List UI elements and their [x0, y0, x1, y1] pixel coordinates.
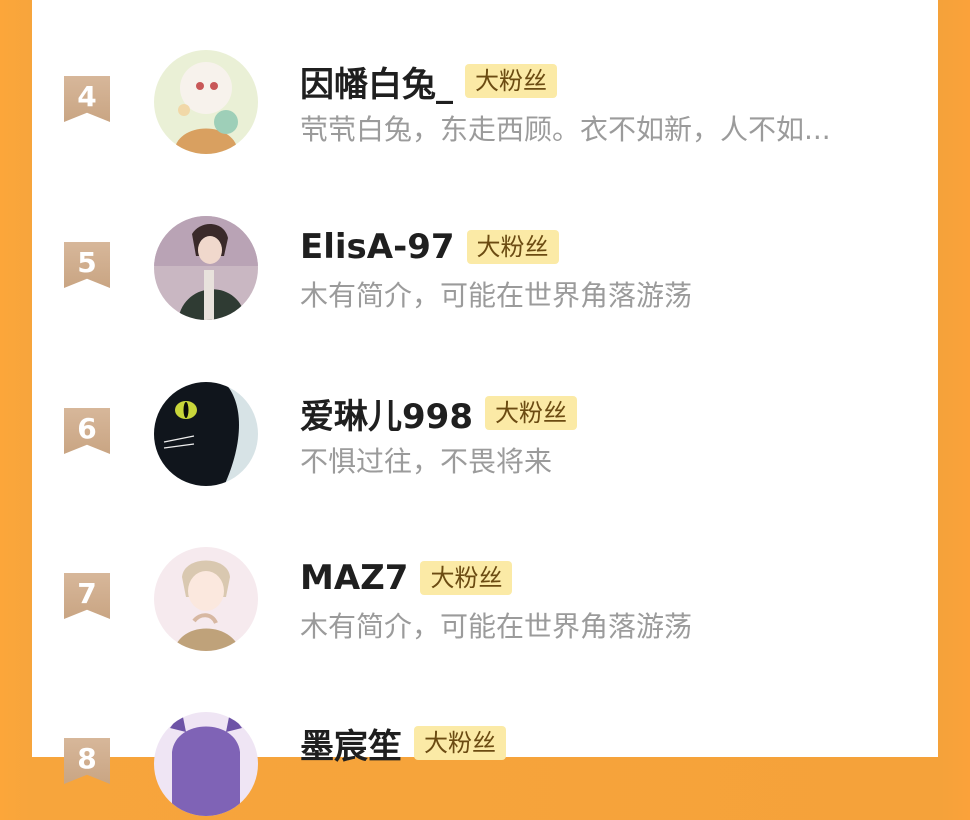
fan-level-badge: 大粉丝	[466, 230, 559, 264]
fan-name-line: 因幡白兔_ 大粉丝	[300, 60, 557, 105]
fan-bio: 木有简介，可能在世界角落游荡	[300, 610, 693, 643]
fan-name[interactable]: 墨宸笙	[300, 719, 402, 768]
fan-level-badge: 大粉丝	[465, 64, 557, 98]
rank-badge: 6	[64, 408, 110, 454]
fan-name[interactable]: 爱琳儿998	[300, 389, 473, 438]
rank-badge: 5	[64, 242, 110, 288]
avatar[interactable]	[154, 216, 258, 320]
fan-row[interactable]: 6 爱琳儿998 大粉丝 不惧过往，不畏将来	[32, 380, 938, 490]
fan-name-line: 墨宸笙 大粉丝	[300, 722, 506, 767]
fan-row[interactable]: 4 因幡白兔_ 大粉丝 茕茕白兔，东走西顾。衣不如新，人不如...	[32, 48, 938, 158]
fan-name[interactable]: 因幡白兔_	[300, 57, 453, 106]
fan-bio: 不惧过往，不畏将来	[300, 445, 553, 478]
avatar[interactable]	[154, 382, 258, 486]
avatar[interactable]	[154, 712, 258, 816]
avatar[interactable]	[154, 547, 258, 651]
purple-hair-avatar	[154, 712, 258, 816]
fan-row[interactable]: 7 MAZ7 大粉丝 木有简介，可能在世界角落游荡	[32, 545, 938, 655]
fan-level-badge: 大粉丝	[484, 396, 577, 430]
fan-level-badge: 大粉丝	[420, 561, 513, 595]
rank-badge: 4	[64, 76, 110, 122]
rank-badge: 8	[64, 738, 110, 784]
fan-ranking-card: 4 因幡白兔_ 大粉丝 茕茕白兔，东走西顾。衣不如新，人不如... 5 Elis…	[32, 0, 938, 816]
fan-row[interactable]: 5 ElisA-97 大粉丝 木有简介，可能在世界角落游荡	[32, 214, 938, 324]
fan-name[interactable]: MAZ7	[300, 558, 408, 598]
anime-man-avatar	[154, 547, 258, 651]
fan-name-line: MAZ7 大粉丝	[300, 557, 513, 599]
rank-badge: 7	[64, 573, 110, 619]
anime-boy-avatar	[154, 216, 258, 320]
fan-row[interactable]: 8 墨宸笙 大粉丝	[32, 710, 938, 820]
fan-name[interactable]: ElisA-97	[300, 227, 455, 267]
fan-bio: 茕茕白兔，东走西顾。衣不如新，人不如...	[300, 113, 831, 146]
fan-level-badge: 大粉丝	[414, 726, 506, 760]
black-cat-avatar	[154, 382, 258, 486]
avatar[interactable]	[154, 50, 258, 154]
fan-name-line: ElisA-97 大粉丝	[300, 226, 559, 268]
fan-bio: 木有简介，可能在世界角落游荡	[300, 279, 693, 312]
anime-girl-avatar	[154, 50, 258, 154]
fan-name-line: 爱琳儿998 大粉丝	[300, 392, 577, 437]
